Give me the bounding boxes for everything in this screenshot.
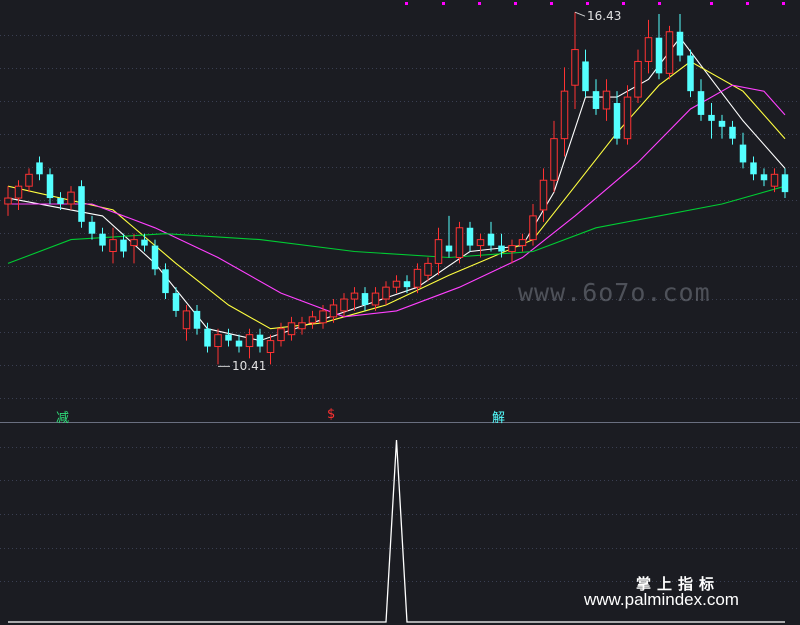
- candle-body: [46, 174, 54, 199]
- candle-body: [602, 90, 611, 110]
- signal-cyan-label: 解: [492, 411, 506, 426]
- candle-body: [445, 245, 453, 252]
- magenta-marker: [478, 2, 481, 5]
- candle-body: [67, 191, 75, 205]
- candle-body: [350, 292, 359, 300]
- moving-average-line: [7, 185, 786, 264]
- candle-body: [697, 91, 705, 115]
- magenta-marker: [405, 2, 408, 5]
- candle-body: [623, 96, 632, 140]
- watermark-palmindex: www.palmindex.com: [584, 590, 739, 609]
- top-markers: [405, 2, 785, 5]
- high-price-pointer: [574, 11, 586, 17]
- candle-body: [340, 298, 348, 312]
- magenta-marker: [622, 2, 625, 5]
- candle-body: [141, 239, 148, 246]
- stock-chart: [0, 2, 800, 623]
- magenta-marker: [746, 2, 749, 5]
- candle-body: [245, 334, 254, 348]
- candle-body: [760, 174, 768, 181]
- candle-body: [466, 227, 474, 246]
- candle-body: [613, 103, 621, 139]
- candle-body: [319, 310, 327, 324]
- candle-body: [162, 269, 169, 294]
- candle-body: [529, 215, 537, 241]
- candle-body: [729, 126, 736, 139]
- candle-body: [634, 60, 642, 98]
- candle-body: [25, 173, 33, 187]
- candle-body: [560, 90, 569, 140]
- watermark-6o7o: www.6o7o.com: [518, 278, 711, 307]
- candle-body: [57, 198, 64, 204]
- candle-body: [204, 328, 211, 347]
- candle-body: [582, 61, 589, 92]
- candle-body: [4, 197, 12, 205]
- magenta-marker: [710, 2, 713, 5]
- candle-body: [193, 310, 201, 329]
- candle-body: [256, 334, 264, 347]
- candle-body: [571, 49, 579, 86]
- candle-body: [424, 262, 432, 276]
- candle-body: [718, 120, 726, 127]
- candle-body: [518, 239, 527, 247]
- candle-body: [676, 31, 684, 56]
- candle-body: [14, 185, 23, 199]
- candle-body: [539, 179, 548, 211]
- magenta-marker: [586, 2, 589, 5]
- candle-body: [361, 293, 369, 305]
- candle-body: [36, 162, 43, 175]
- candle-body: [182, 310, 191, 330]
- candle-body: [371, 292, 380, 306]
- candle-body: [120, 239, 127, 252]
- signal-green-label: 减: [56, 411, 70, 426]
- candle-body: [298, 322, 306, 330]
- candle-body: [225, 334, 232, 341]
- candle-body: [487, 233, 495, 246]
- candle-body: [78, 186, 85, 222]
- magenta-marker: [782, 2, 785, 5]
- candle-body: [277, 328, 285, 342]
- candle-body: [382, 286, 390, 300]
- candle-body: [498, 245, 505, 252]
- candle-body: [592, 91, 600, 109]
- candle-body: [99, 233, 106, 246]
- candle-body: [266, 340, 275, 353]
- candle-body: [235, 340, 243, 347]
- magenta-marker: [658, 2, 661, 5]
- candle-body: [151, 245, 159, 270]
- candle-body: [708, 114, 715, 121]
- candle-body: [287, 322, 296, 336]
- candle-body: [476, 239, 485, 247]
- high-price-label: 16.43: [587, 9, 622, 24]
- signal-red-label: $: [327, 407, 336, 422]
- candle-body: [455, 227, 464, 258]
- candle-body: [88, 221, 96, 234]
- candle-body: [392, 280, 401, 288]
- candle-body: [329, 304, 338, 318]
- candle-body: [750, 162, 757, 175]
- candle-body: [109, 239, 117, 253]
- magenta-marker: [442, 2, 445, 5]
- candle-body: [413, 268, 422, 288]
- candle-body: [508, 245, 516, 253]
- candle-body: [665, 31, 674, 74]
- candle-body: [644, 37, 653, 62]
- low-price-label: 10.41: [232, 359, 267, 374]
- candlestick-series: [4, 12, 789, 365]
- candle-body: [434, 239, 443, 264]
- candle-body: [308, 316, 317, 324]
- magenta-marker: [550, 2, 553, 5]
- candle-body: [403, 281, 411, 288]
- candle-body: [739, 144, 747, 163]
- candle-body: [770, 173, 779, 187]
- candle-body: [172, 293, 180, 311]
- candle-body: [655, 37, 663, 74]
- candle-body: [687, 55, 694, 92]
- candle-body: [130, 239, 138, 247]
- candle-body: [781, 174, 789, 193]
- candle-body: [214, 334, 222, 348]
- magenta-marker: [514, 2, 517, 5]
- candle-body: [550, 138, 558, 181]
